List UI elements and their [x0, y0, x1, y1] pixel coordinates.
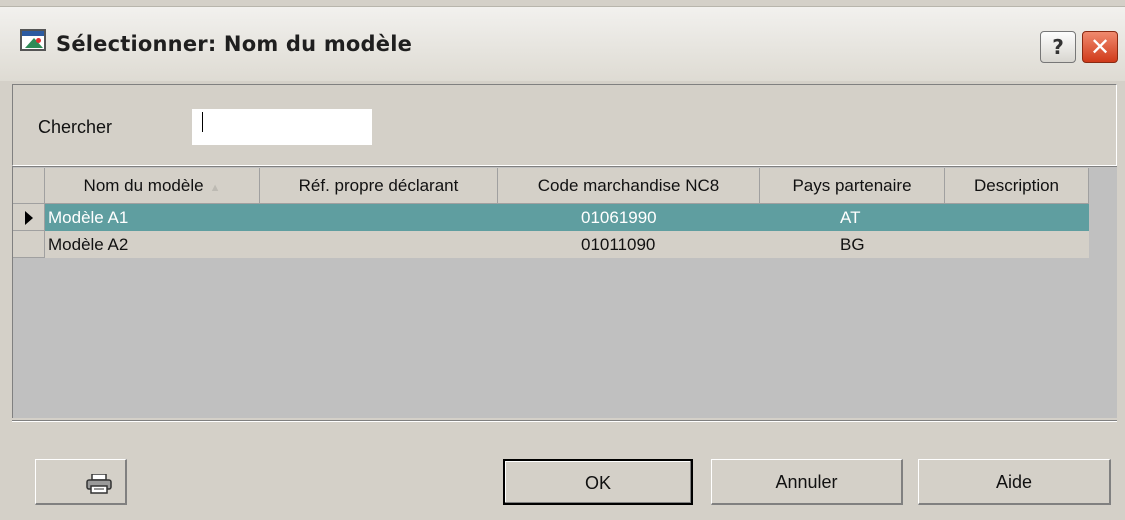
help-icon[interactable]: ?: [1040, 31, 1076, 63]
title-bar[interactable]: Sélectionner: Nom du modèle ? ✕: [0, 6, 1125, 81]
cell-code: 01061990: [581, 208, 657, 227]
window-image-icon: [20, 29, 46, 51]
current-row-arrow-icon: [25, 211, 33, 225]
table-row[interactable]: Modèle A2 01011090 BG: [45, 231, 1089, 258]
close-icon[interactable]: ✕: [1082, 31, 1118, 63]
search-input[interactable]: [192, 109, 372, 145]
row-indicator[interactable]: [13, 204, 45, 231]
column-header-label: Pays partenaire: [792, 176, 912, 195]
help-button[interactable]: Aide: [918, 459, 1111, 505]
search-panel: [12, 84, 1117, 166]
column-header-label: Code marchandise NC8: [537, 176, 720, 195]
print-button[interactable]: [35, 459, 127, 505]
cell-pays: AT: [840, 208, 861, 227]
column-header-label: Description: [973, 176, 1060, 195]
column-header-code-marchandise[interactable]: Code marchandise NC8: [498, 168, 760, 204]
dialog-window: Sélectionner: Nom du modèle ? ✕ Chercher…: [0, 0, 1125, 520]
window-title: Sélectionner: Nom du modèle: [56, 32, 413, 56]
cancel-button[interactable]: Annuler: [711, 459, 903, 505]
column-header-nom-du-modele[interactable]: Nom du modèle ▲: [45, 168, 260, 204]
column-header-description[interactable]: Description: [945, 168, 1089, 204]
table-row[interactable]: Modèle A1 01061990 AT: [45, 204, 1089, 231]
cell-nom: Modèle A2: [48, 235, 129, 254]
search-label: Chercher: [38, 117, 113, 137]
sort-ascending-icon: ▲: [209, 182, 221, 194]
row-indicator[interactable]: [13, 231, 45, 258]
column-header-pays-partenaire[interactable]: Pays partenaire: [760, 168, 945, 204]
table-corner: [13, 168, 45, 204]
cell-code: 01011090: [581, 235, 656, 254]
ok-button[interactable]: OK: [503, 459, 693, 505]
text-cursor: [202, 112, 203, 132]
column-header-label: Réf. propre déclarant: [298, 176, 459, 195]
cell-pays: BG: [840, 235, 865, 254]
column-header-label: Nom du modèle: [83, 176, 204, 195]
column-header-ref-propre-declarant[interactable]: Réf. propre déclarant: [260, 168, 498, 204]
printer-icon: [86, 474, 112, 494]
cell-nom: Modèle A1: [48, 208, 129, 227]
footer-separator: [12, 420, 1117, 422]
